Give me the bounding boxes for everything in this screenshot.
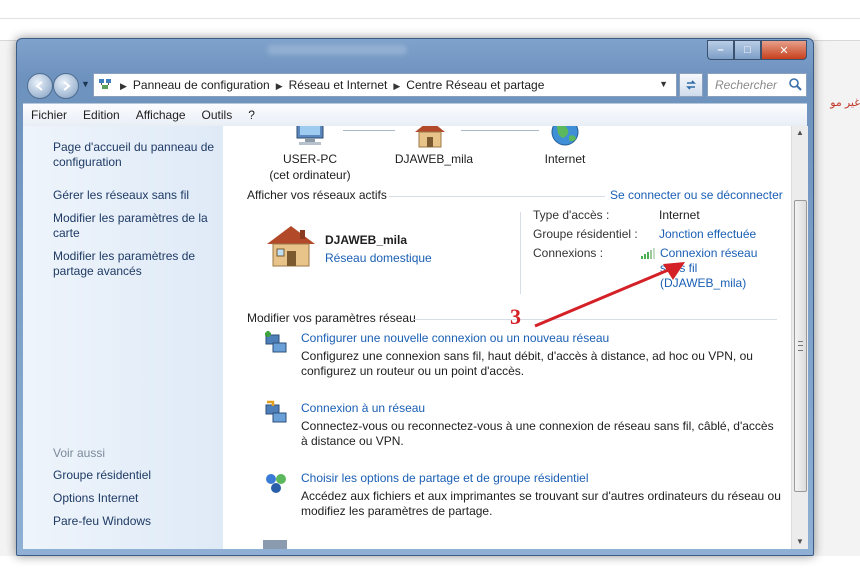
menu-view[interactable]: Affichage bbox=[128, 108, 194, 122]
access-type-value: Internet bbox=[659, 208, 700, 222]
map-connector bbox=[343, 130, 395, 131]
window-title-glow bbox=[267, 45, 407, 55]
task-sharing-options-link[interactable]: Choisir les options de partage et de gro… bbox=[301, 471, 589, 485]
section-divider bbox=[389, 196, 605, 197]
scroll-up-icon[interactable]: ▲ bbox=[792, 126, 808, 140]
background-tab-text: غير مو bbox=[830, 97, 860, 109]
caption-buttons: – □ ✕ bbox=[707, 40, 807, 60]
network-sharing-center-window: – □ ✕ ▼ ▶ Panneau de configuration ▶ Réseau… bbox=[16, 38, 814, 556]
vertical-scrollbar[interactable]: ▲ ▼ bbox=[791, 126, 808, 549]
map-node-name: DJAWEB_mila bbox=[394, 152, 474, 166]
vertical-divider bbox=[520, 212, 521, 294]
sidebar-link-adapter-settings[interactable]: Modifier les paramètres de la carte bbox=[53, 211, 218, 241]
chevron-right-icon[interactable]: ▶ bbox=[120, 81, 127, 91]
background-page-bottom bbox=[0, 556, 860, 588]
arrow-right-icon bbox=[63, 81, 71, 91]
back-button[interactable] bbox=[27, 73, 53, 99]
annotation-number: 3 bbox=[510, 304, 521, 329]
main-content: USER-PC (cet ordinateur) DJAWEB_mila Int… bbox=[223, 126, 791, 549]
chevron-right-icon[interactable]: ▶ bbox=[393, 81, 400, 91]
maximize-button[interactable]: □ bbox=[734, 40, 761, 60]
search-input[interactable]: Rechercher bbox=[707, 73, 807, 97]
annotation-arrow-icon bbox=[534, 262, 685, 328]
navigation-bar: ▼ ▶ Panneau de configuration ▶ Réseau et In… bbox=[23, 71, 807, 99]
homegroup-joined-link[interactable]: Jonction effectuée bbox=[659, 227, 756, 241]
forward-button[interactable] bbox=[53, 73, 79, 99]
connect-disconnect-link[interactable]: Se connecter ou se déconnecter bbox=[610, 188, 783, 202]
search-icon[interactable] bbox=[788, 77, 802, 91]
homegroup-options-icon bbox=[266, 474, 286, 493]
address-dropdown-icon[interactable]: ▼ bbox=[659, 79, 668, 89]
task-sharing-options-description: Accédez aux fichiers et aux imprimantes … bbox=[301, 489, 781, 518]
task-new-connection-description: Configurez une connexion sans fil, haut … bbox=[301, 349, 753, 378]
see-full-map-link-fragment[interactable] bbox=[681, 126, 684, 130]
menu-help[interactable]: ? bbox=[240, 108, 263, 122]
refresh-button[interactable] bbox=[679, 73, 703, 97]
close-button[interactable]: ✕ bbox=[761, 40, 807, 60]
task-connect-network-link[interactable]: Connexion à un réseau bbox=[301, 401, 425, 415]
house-icon bbox=[267, 226, 315, 267]
sidebar: Page d'accueil du panneau de configurati… bbox=[23, 126, 223, 549]
scroll-down-icon[interactable]: ▼ bbox=[792, 535, 808, 549]
sidebar-link-manage-wireless[interactable]: Gérer les réseaux sans fil bbox=[53, 188, 218, 203]
task-new-connection-link[interactable]: Configurer une nouvelle connexion ou un … bbox=[301, 331, 609, 345]
globe-icon[interactable] bbox=[549, 126, 581, 148]
sidebar-link-internet-options[interactable]: Options Internet bbox=[53, 491, 218, 506]
menu-bar: Fichier Edition Affichage Outils ? bbox=[23, 103, 807, 127]
homegroup-label: Groupe résidentiel : bbox=[533, 227, 638, 241]
sidebar-link-advanced-sharing[interactable]: Modifier les paramètres de partage avanc… bbox=[53, 249, 218, 279]
scrollbar-thumb[interactable] bbox=[794, 200, 807, 492]
see-also-heading: Voir aussi bbox=[53, 446, 106, 460]
chevron-right-icon[interactable]: ▶ bbox=[276, 81, 283, 91]
address-bar[interactable]: ▶ Panneau de configuration ▶ Réseau et Inte… bbox=[93, 73, 677, 97]
network-type-link[interactable]: Réseau domestique bbox=[325, 251, 432, 265]
menu-file[interactable]: Fichier bbox=[23, 108, 75, 122]
breadcrumb-control-panel[interactable]: Panneau de configuration bbox=[133, 78, 270, 92]
change-settings-heading: Modifier vos paramètres réseau bbox=[247, 311, 416, 325]
background-page-top bbox=[0, 0, 860, 41]
refresh-icon bbox=[686, 80, 696, 90]
grip-icon bbox=[798, 341, 803, 351]
breadcrumb-network-sharing-center[interactable]: Centre Réseau et partage bbox=[406, 78, 544, 92]
connect-network-icon bbox=[265, 400, 287, 423]
sidebar-link-homegroup[interactable]: Groupe résidentiel bbox=[53, 468, 218, 483]
new-connection-icon bbox=[265, 331, 287, 353]
map-node-subtitle: (cet ordinateur) bbox=[269, 168, 351, 182]
recent-pages-chevron-icon[interactable]: ▼ bbox=[81, 79, 90, 89]
search-placeholder: Rechercher bbox=[715, 78, 778, 92]
house-icon[interactable] bbox=[413, 126, 447, 148]
active-networks-heading: Afficher vos réseaux actifs bbox=[247, 188, 387, 202]
next-task-icon bbox=[263, 540, 287, 549]
map-node-name: Internet bbox=[544, 152, 586, 166]
task-connect-network-description: Connectez-vous ou reconnectez-vous à une… bbox=[301, 419, 774, 448]
access-type-label: Type d'accès : bbox=[533, 208, 610, 222]
menu-tools[interactable]: Outils bbox=[194, 108, 241, 122]
breadcrumb: ▶ Panneau de configuration ▶ Réseau et Inte… bbox=[114, 78, 544, 92]
active-network-name: DJAWEB_mila bbox=[325, 233, 408, 247]
sidebar-link-control-panel-home[interactable]: Page d'accueil du panneau de configurati… bbox=[53, 140, 218, 170]
arrow-left-icon bbox=[35, 81, 43, 91]
minimize-button[interactable]: – bbox=[707, 40, 734, 60]
background-divider bbox=[0, 18, 860, 19]
map-node-name: USER-PC bbox=[282, 152, 337, 166]
menu-edit[interactable]: Edition bbox=[75, 108, 128, 122]
map-connector bbox=[461, 130, 539, 131]
breadcrumb-network-internet[interactable]: Réseau et Internet bbox=[289, 78, 388, 92]
computer-icon[interactable] bbox=[293, 126, 329, 146]
network-folder-icon bbox=[99, 79, 111, 89]
sidebar-link-windows-firewall[interactable]: Pare-feu Windows bbox=[53, 514, 218, 529]
